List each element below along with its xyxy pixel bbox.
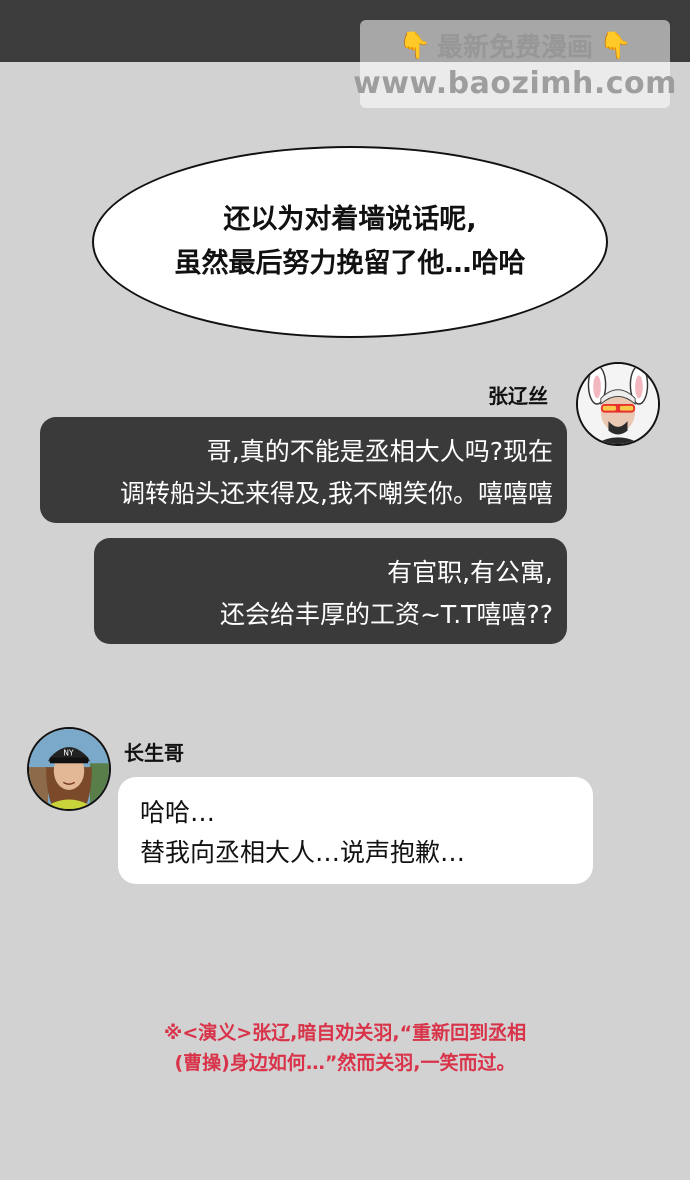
avatar-portrait-icon xyxy=(578,364,658,444)
avatar[interactable] xyxy=(576,362,660,446)
chat-bubble: 有官职,有公寓, 还会给丰厚的工资~T.T嘻嘻?? xyxy=(94,538,567,644)
message-line: 哥,真的不能是丞相大人吗?现在 xyxy=(206,437,553,466)
watermark-title: 最新免费漫画 xyxy=(436,33,593,63)
avatar-portrait-icon: NY xyxy=(29,729,109,809)
thought-bubble: 还以为对着墙说话呢, 虽然最后努力挽留了他…哈哈 xyxy=(92,146,608,338)
sender-name: 长生哥 xyxy=(124,741,184,765)
chat-bubble: 哥,真的不能是丞相大人吗?现在 调转船头还来得及,我不嘲笑你。嘻嘻嘻 xyxy=(40,417,567,523)
message-line: 替我向丞相大人…说声抱歉… xyxy=(140,838,466,867)
pointing-down-hand-icon: 👇 xyxy=(398,30,431,61)
message-line: 还会给丰厚的工资~T.T嘻嘻?? xyxy=(219,600,553,629)
message-line: 哈哈… xyxy=(140,798,216,827)
watermark-url: www.baozimh.com xyxy=(353,66,677,101)
svg-text:NY: NY xyxy=(63,749,74,758)
thought-line: 还以为对着墙说话呢, xyxy=(223,204,477,235)
message-line: 调转船头还来得及,我不嘲笑你。嘻嘻嘻 xyxy=(120,479,553,508)
footnote: ※<演义>张辽,暗自劝关羽,“重新回到丞相 (曹操)身边如何…”然而关羽,一笑而… xyxy=(0,1018,690,1078)
sender-name: 张辽丝 xyxy=(488,384,548,408)
watermark: 👇 最新免费漫画 👇 www.baozimh.com xyxy=(353,20,676,108)
avatar[interactable]: NY xyxy=(27,727,111,811)
thought-line: 虽然最后努力挽留了他…哈哈 xyxy=(174,248,526,279)
chat-bubble: 哈哈… 替我向丞相大人…说声抱歉… xyxy=(118,777,593,884)
footnote-line: ※<演义>张辽,暗自劝关羽,“重新回到丞相 xyxy=(163,1022,527,1044)
message-line: 有官职,有公寓, xyxy=(387,558,553,587)
footnote-line: (曹操)身边如何…”然而关羽,一笑而过。 xyxy=(174,1052,516,1074)
pointing-down-hand-icon: 👇 xyxy=(599,30,632,61)
